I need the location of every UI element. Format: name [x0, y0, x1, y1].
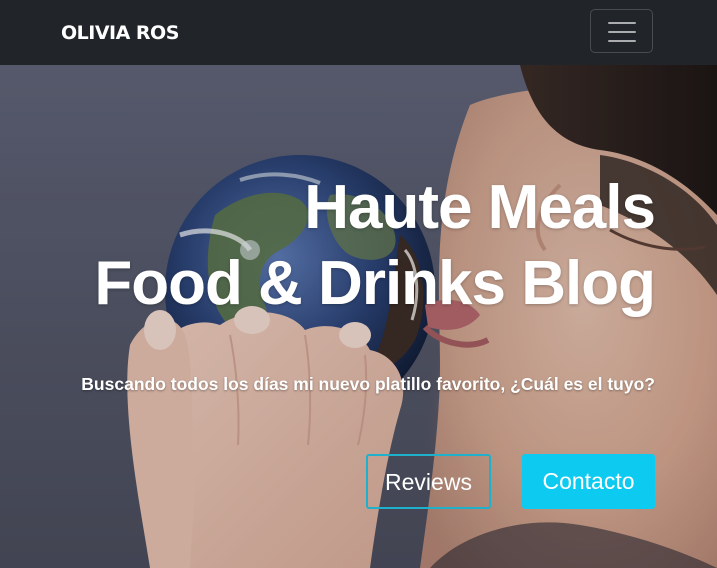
reviews-button[interactable]: Reviews [366, 454, 491, 509]
page: OLIVIA ROS Haute Meals Food & Drinks Blo… [0, 0, 717, 568]
navbar-toggle-button[interactable] [590, 9, 653, 53]
contacto-button[interactable]: Contacto [522, 454, 655, 509]
hero-title-line-1: Haute Meals [304, 173, 656, 242]
navbar: OLIVIA ROS [0, 0, 717, 65]
brand-logo[interactable]: OLIVIA ROS [61, 20, 179, 46]
hero-title: Haute Meals Food & Drinks Blog [94, 170, 656, 322]
hero-section: Haute Meals Food & Drinks Blog Buscando … [0, 65, 717, 568]
hero-title-line-2: Food & Drinks Blog [94, 249, 656, 318]
hamburger-menu-icon [608, 21, 636, 42]
hero-subtitle: Buscando todos los días mi nuevo platill… [81, 374, 655, 394]
